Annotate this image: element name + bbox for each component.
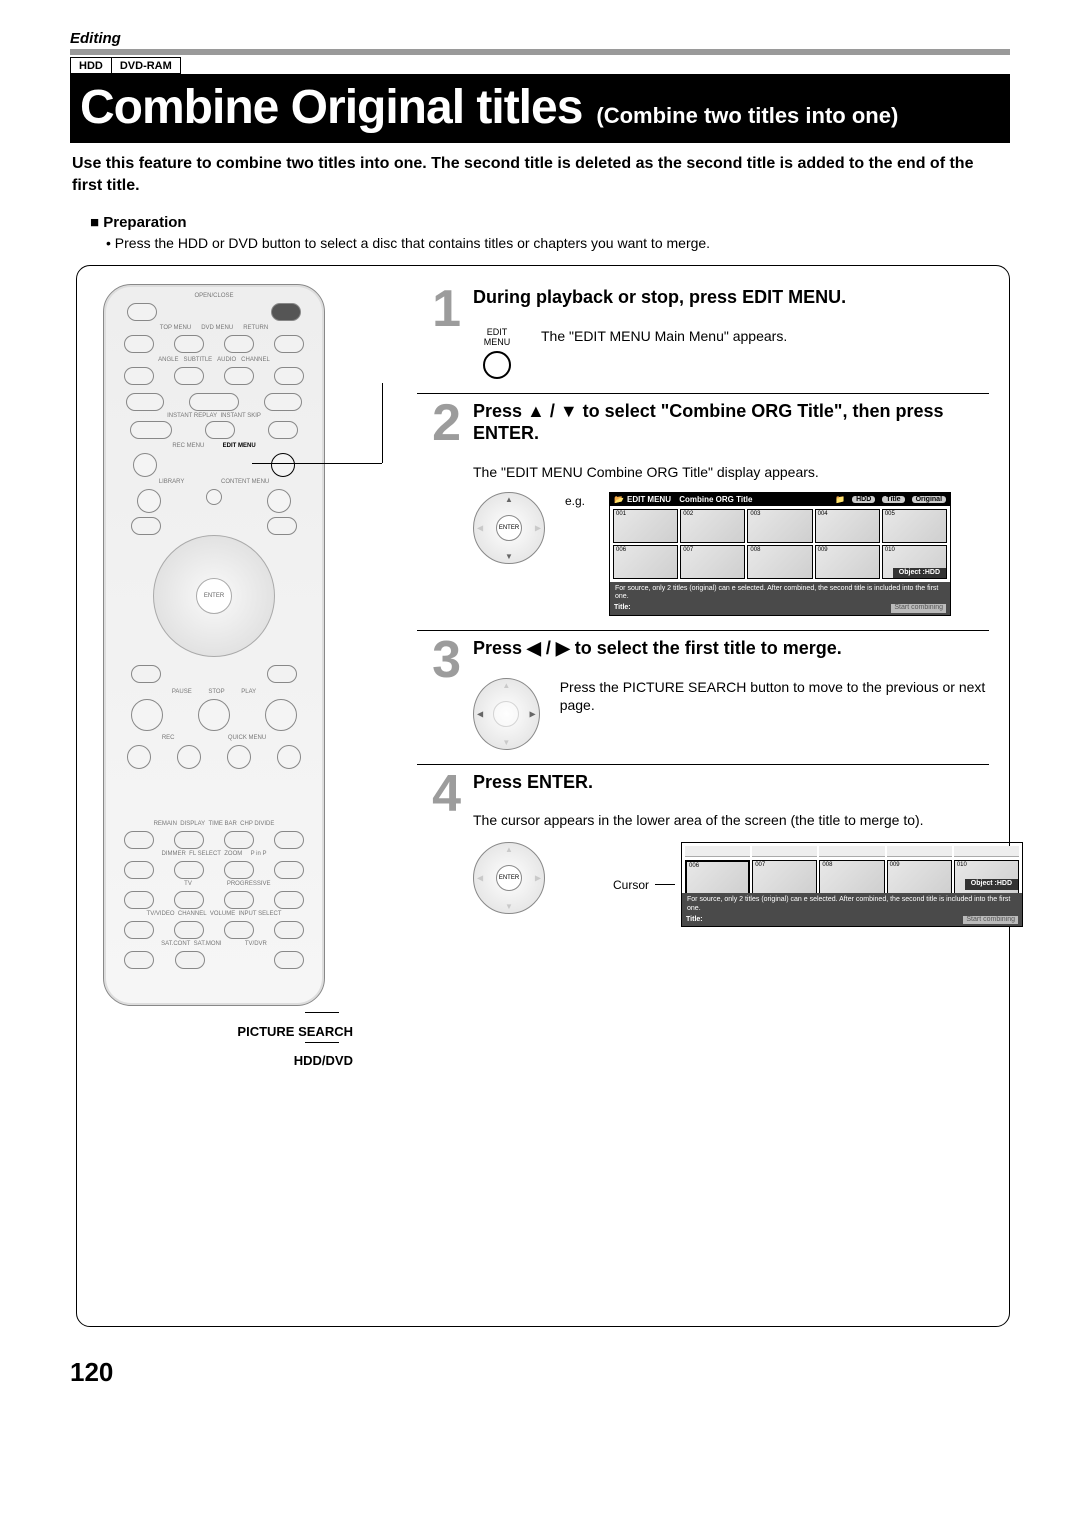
- tag-dvd-ram: DVD-RAM: [112, 57, 181, 74]
- cursor-callout: Cursor: [613, 878, 649, 892]
- step-heading: Press ◀ / ▶ to select the first title to…: [473, 637, 989, 660]
- preparation-heading: Preparation: [90, 214, 1010, 231]
- screen-mock-step4: 006 007 008 009 010 Object :HDD For sour…: [681, 842, 1023, 928]
- section-label: Editing: [70, 30, 1010, 47]
- step-number: 3: [417, 637, 461, 750]
- page-subtitle: (Combine two titles into one): [596, 103, 898, 129]
- tag-hdd: HDD: [70, 57, 112, 74]
- step-heading: Press ▲ / ▼ to select "Combine ORG Title…: [473, 400, 989, 445]
- step-heading: Press ENTER.: [473, 771, 1023, 794]
- edit-menu-button-icon: EDIT MENU: [473, 327, 521, 379]
- title-banner: Combine Original titles (Combine two tit…: [70, 74, 1010, 143]
- page-number: 120: [70, 1357, 1010, 1388]
- remote-caption-hdd-dvd: HDD/DVD: [103, 1053, 353, 1068]
- media-tags: HDD DVD-RAM: [70, 57, 1010, 74]
- step-3: 3 Press ◀ / ▶ to select the first title …: [417, 630, 989, 760]
- step-2: 2 Press ▲ / ▼ to select "Combine ORG Tit…: [417, 393, 989, 626]
- step-heading: During playback or stop, press EDIT MENU…: [473, 286, 989, 309]
- intro-text: Use this feature to combine two titles i…: [72, 153, 1008, 196]
- screen-mock-step2: 📂 EDIT MENU Combine ORG Title 📁 HDDTitle…: [609, 492, 951, 617]
- main-frame: OPEN/CLOSE TOP MENU DVD MENU RETURN ANGL…: [76, 265, 1010, 1327]
- remote-illustration: OPEN/CLOSE TOP MENU DVD MENU RETURN ANGL…: [103, 284, 325, 1006]
- page-title: Combine Original titles: [80, 80, 582, 135]
- step-text: Press the PICTURE SEARCH button to move …: [560, 678, 989, 716]
- dpad-icon: ▲▼ ◀▶ ENTER: [473, 842, 545, 914]
- dpad-icon: ▲▼ ◀▶: [473, 678, 540, 750]
- step-number: 2: [417, 400, 461, 616]
- step-4: 4 Press ENTER. The cursor appears in the…: [417, 764, 989, 938]
- step-text: The cursor appears in the lower area of …: [473, 811, 1023, 830]
- step-text: The "EDIT MENU Combine ORG Title" displa…: [473, 463, 989, 482]
- step-number: 4: [417, 771, 461, 928]
- example-label: e.g.: [565, 494, 585, 508]
- top-divider: [70, 49, 1010, 55]
- dpad-icon: ▲▼ ◀▶ ENTER: [473, 492, 545, 564]
- remote-caption-picture-search: PICTURE SEARCH: [103, 1024, 353, 1039]
- step-1: 1 During playback or stop, press EDIT ME…: [417, 280, 989, 389]
- step-number: 1: [417, 286, 461, 379]
- step-text: The "EDIT MENU Main Menu" appears.: [541, 327, 787, 346]
- preparation-text: Press the HDD or DVD button to select a …: [106, 235, 1010, 251]
